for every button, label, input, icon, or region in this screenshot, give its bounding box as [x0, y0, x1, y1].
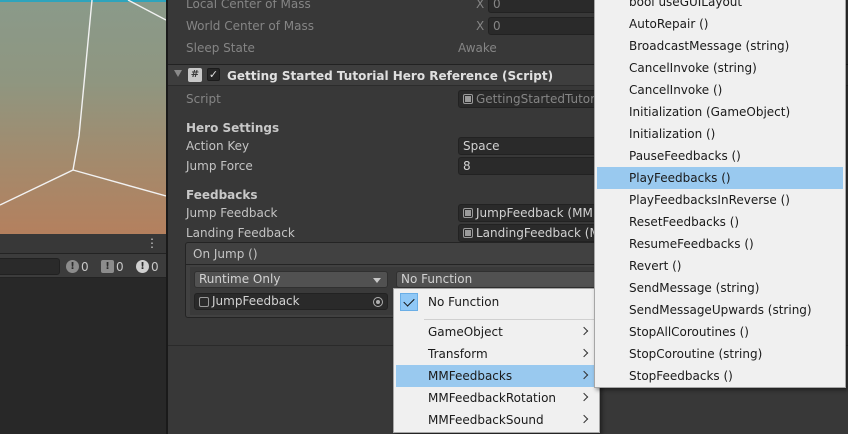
- script-row: Script: [186, 90, 221, 108]
- script-asset-icon: [463, 94, 473, 104]
- submenu-item[interactable]: ResetFeedbacks (): [597, 211, 843, 233]
- menu-item-mmfeedbackrotation[interactable]: MMFeedbackRotation: [396, 387, 597, 409]
- submenu-item[interactable]: BroadcastMessage (string): [597, 35, 843, 57]
- jump-force-label: Jump Force: [186, 159, 253, 173]
- menu-item-gameobject[interactable]: GameObject: [396, 321, 597, 343]
- script-field: GettingStartedTutoria: [458, 90, 598, 108]
- feedbacks-heading: Feedbacks: [186, 188, 258, 202]
- call-state-value: Runtime Only: [199, 272, 281, 286]
- hero-settings-heading: Hero Settings: [186, 121, 280, 135]
- sleep-state-label: Sleep State: [186, 41, 255, 55]
- console-toolbar: ⋮: [0, 234, 166, 254]
- function-menu: No Function GameObject Transform MMFeedb…: [393, 288, 600, 433]
- call-state-dropdown[interactable]: Runtime Only: [194, 271, 388, 288]
- jump-feedback-value: JumpFeedback (MM: [476, 206, 593, 220]
- error-count: 0: [151, 259, 159, 274]
- warning-icon: !: [101, 260, 114, 273]
- submenu-item[interactable]: StopFeedbacks (): [597, 365, 843, 387]
- local-center-of-mass-label: Local Center of Mass: [186, 0, 311, 11]
- submenu-item[interactable]: CancelInvoke (): [597, 79, 843, 101]
- chevron-right-icon: [579, 414, 589, 424]
- submenu-item-play-feedbacks[interactable]: PlayFeedbacks (): [597, 167, 843, 189]
- scene-mesh-wireframe: [0, 0, 166, 206]
- jump-feedback-label: Jump Feedback: [186, 206, 278, 220]
- menu-item-transform[interactable]: Transform: [396, 343, 597, 365]
- submenu-item[interactable]: Initialization (): [597, 123, 843, 145]
- menu-item-mmfeedbacksound[interactable]: MMFeedbackSound: [396, 409, 597, 431]
- chevron-right-icon: [579, 326, 589, 336]
- target-object-field[interactable]: JumpFeedback: [194, 293, 388, 310]
- submenu-item[interactable]: AutoRepair (): [597, 13, 843, 35]
- menu-item-no-function[interactable]: No Function: [396, 291, 597, 313]
- chevron-right-icon: [579, 370, 589, 380]
- error-count-toggle[interactable]: ! 0: [136, 258, 159, 275]
- feedback-object-icon: [463, 208, 473, 218]
- object-picker-icon[interactable]: [373, 297, 383, 307]
- landing-feedback-value: LandingFeedback (M: [476, 226, 598, 240]
- scene-view[interactable]: [0, 0, 166, 234]
- submenu-item[interactable]: PlayFeedbacksInReverse (): [597, 189, 843, 211]
- submenu-item[interactable]: Initialization (GameObject): [597, 101, 843, 123]
- submenu-item[interactable]: SendMessageUpwards (string): [597, 299, 843, 321]
- sleep-state-value: Awake: [458, 41, 497, 55]
- info-icon: !: [66, 260, 79, 273]
- feedback-object-icon: [463, 228, 473, 238]
- action-key-dropdown[interactable]: Space: [458, 137, 598, 155]
- info-count-toggle[interactable]: ! 0: [66, 258, 89, 275]
- landing-feedback-field[interactable]: LandingFeedback (M: [458, 224, 598, 242]
- submenu-item[interactable]: Revert (): [597, 255, 843, 277]
- event-header: On Jump (): [186, 243, 604, 265]
- world-center-of-mass-label: World Center of Mass: [186, 19, 314, 33]
- submenu-item[interactable]: SendMessage (string): [597, 277, 843, 299]
- menu-item-mmfeedbacks[interactable]: MMFeedbacks: [396, 365, 597, 387]
- submenu-item[interactable]: StopAllCoroutines (): [597, 321, 843, 343]
- x-axis-label: X: [476, 0, 485, 11]
- console-search-input[interactable]: [0, 258, 60, 275]
- dropdown-arrow-icon: [373, 278, 381, 283]
- menu-separator: [424, 319, 597, 320]
- script-value: GettingStartedTutoria: [476, 92, 598, 106]
- local-center-x-field: 0: [488, 0, 602, 13]
- checkmark-icon: [400, 293, 418, 311]
- script-icon: #: [188, 68, 202, 82]
- function-value: No Function: [401, 272, 473, 286]
- foldout-arrow-icon[interactable]: [174, 70, 182, 77]
- warning-count: 0: [116, 259, 124, 274]
- x-axis-label: X: [476, 19, 485, 33]
- warning-count-toggle[interactable]: ! 0: [101, 258, 124, 275]
- submenu-item[interactable]: StopCoroutine (string): [597, 343, 843, 365]
- component-enabled-checkbox[interactable]: ✓: [207, 68, 220, 81]
- chevron-right-icon: [579, 348, 589, 358]
- world-center-x-field: 0: [488, 17, 602, 35]
- action-key-label: Action Key: [186, 139, 250, 153]
- jump-force-field[interactable]: 8: [458, 157, 598, 175]
- error-icon: !: [136, 260, 149, 273]
- submenu-item[interactable]: PauseFeedbacks (): [597, 145, 843, 167]
- function-dropdown[interactable]: No Function: [396, 271, 600, 288]
- submenu-item[interactable]: CancelInvoke (string): [597, 57, 843, 79]
- info-count: 0: [81, 259, 89, 274]
- submenu-item[interactable]: bool useGUILayout: [597, 0, 843, 13]
- console-panel: ⋮ ! 0 ! 0 ! 0: [0, 234, 166, 434]
- component-title: Getting Started Tutorial Hero Reference …: [227, 69, 554, 83]
- mmfeedbacks-submenu: bool useGUILayout AutoRepair () Broadcas…: [594, 0, 846, 388]
- submenu-item[interactable]: ResumeFeedbacks (): [597, 233, 843, 255]
- cube-icon: [199, 296, 209, 307]
- chevron-right-icon: [579, 392, 589, 402]
- target-object-value: JumpFeedback: [212, 294, 300, 308]
- console-filter-bar: ! 0 ! 0 ! 0: [0, 254, 166, 278]
- jump-feedback-field[interactable]: JumpFeedback (MM: [458, 204, 598, 222]
- script-label: Script: [186, 92, 221, 106]
- more-options-icon[interactable]: ⋮: [146, 237, 158, 249]
- landing-feedback-label: Landing Feedback: [186, 226, 295, 240]
